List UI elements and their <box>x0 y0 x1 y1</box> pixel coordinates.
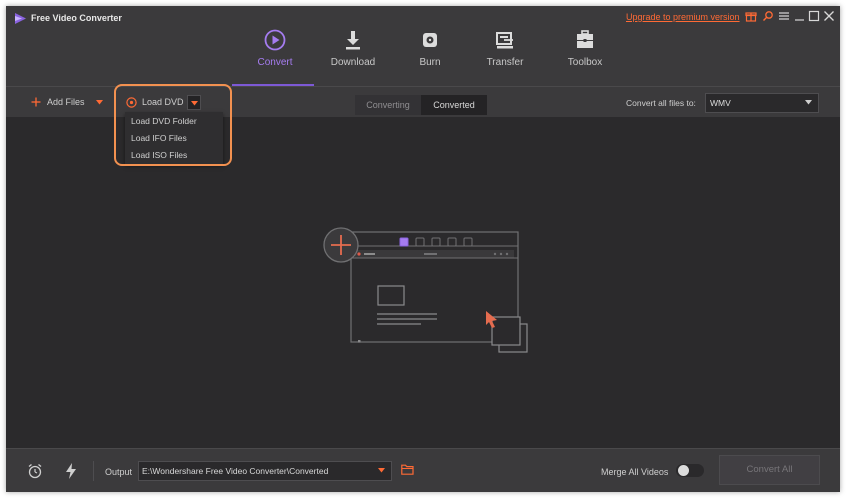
lightning-icon[interactable] <box>65 463 77 479</box>
chevron-down-icon[interactable] <box>95 99 103 105</box>
add-files-label: Add Files <box>47 97 85 107</box>
chevron-down-icon <box>805 100 812 105</box>
divider <box>93 461 94 481</box>
tab-label: Burn <box>419 57 441 68</box>
app-logo <box>15 13 26 24</box>
title-bar: Free Video Converter Upgrade to premium … <box>6 6 840 86</box>
tab-label: Download <box>330 57 376 68</box>
output-path-field[interactable]: E:\Wondershare Free Video Converter\Conv… <box>138 461 392 481</box>
gift-icon[interactable] <box>745 10 757 22</box>
plus-icon <box>31 97 41 107</box>
convert-all-button[interactable]: Convert All <box>719 455 820 485</box>
merge-videos-toggle[interactable] <box>676 464 704 477</box>
tab-label: Transfer <box>486 57 524 68</box>
maximize-icon[interactable] <box>808 10 820 22</box>
minimize-icon[interactable] <box>794 10 806 22</box>
alarm-clock-icon[interactable] <box>27 463 43 479</box>
tab-toolbox[interactable]: Toolbox <box>550 26 620 76</box>
output-format-value: WMV <box>710 98 731 108</box>
menu-icon[interactable] <box>778 10 790 22</box>
download-icon <box>346 31 360 50</box>
tab-convert[interactable]: Convert <box>240 26 310 76</box>
toolbox-icon <box>577 30 593 48</box>
merge-videos-label: Merge All Videos <box>601 467 669 477</box>
folder-icon[interactable] <box>401 464 414 475</box>
tab-label: Toolbox <box>567 57 603 68</box>
add-files-illustration[interactable] <box>311 216 531 354</box>
output-label: Output <box>105 467 133 477</box>
tab-converted[interactable]: Converted <box>421 95 487 115</box>
add-files-button[interactable]: Add Files <box>31 87 103 117</box>
bottom-bar: Output E:\Wondershare Free Video Convert… <box>6 448 840 492</box>
search-icon[interactable] <box>762 10 774 22</box>
app-title: Free Video Converter <box>31 13 122 23</box>
status-segment: Converting Converted <box>355 95 487 115</box>
output-path-value: E:\Wondershare Free Video Converter\Conv… <box>142 466 329 476</box>
convert-all-label: Convert all files to: <box>626 98 696 108</box>
transfer-icon <box>496 32 513 49</box>
upgrade-link[interactable]: Upgrade to premium version <box>626 12 740 22</box>
tab-transfer[interactable]: Transfer <box>470 26 540 76</box>
convert-icon <box>264 29 286 51</box>
tab-burn[interactable]: Burn <box>395 26 465 76</box>
tab-converting[interactable]: Converting <box>355 95 421 115</box>
burn-icon <box>423 33 437 47</box>
tab-label: Convert <box>257 57 293 68</box>
toggle-knob <box>678 465 689 476</box>
chevron-down-icon <box>378 468 385 473</box>
tab-download[interactable]: Download <box>318 26 388 76</box>
close-icon[interactable] <box>823 10 835 22</box>
app-window: Free Video Converter Upgrade to premium … <box>6 6 840 492</box>
output-format-select[interactable]: WMV <box>705 93 819 113</box>
highlight-frame <box>114 84 232 166</box>
